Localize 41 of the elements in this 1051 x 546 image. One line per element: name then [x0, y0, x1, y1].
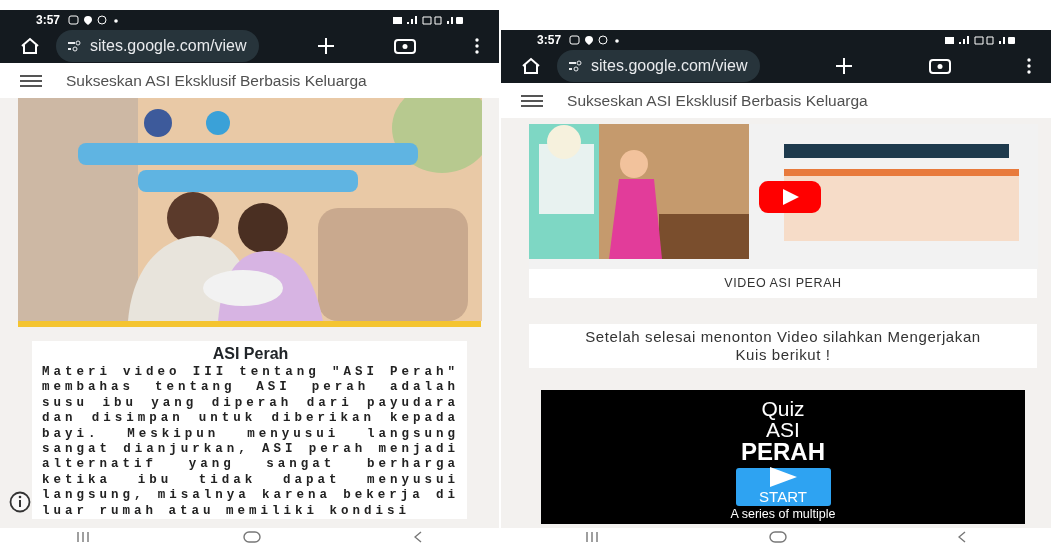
home-icon[interactable]	[20, 37, 40, 55]
address-bar[interactable]: sites.google.com/view	[56, 30, 259, 62]
home-icon[interactable]	[521, 57, 542, 75]
menu-icon[interactable]	[475, 38, 480, 54]
url-text: sites.google.com/view	[591, 56, 748, 76]
site-title: Sukseskan ASI Eksklusif Berbasis Keluarga	[567, 90, 868, 111]
menu-icon[interactable]	[521, 94, 544, 107]
menu-icon[interactable]	[20, 74, 42, 87]
site-settings-icon	[569, 60, 584, 72]
home-button-icon[interactable]	[242, 531, 261, 543]
site-title: Sukseskan ASI Eksklusif Berbasis Keluarga	[66, 70, 367, 91]
back-icon[interactable]	[957, 531, 966, 543]
notification-icons	[68, 14, 121, 25]
address-bar[interactable]: sites.google.com/view	[557, 50, 760, 82]
status-time: 3:57	[36, 11, 61, 29]
new-tab-icon[interactable]	[835, 57, 854, 75]
url-text: sites.google.com/view	[90, 36, 247, 56]
quiz-subtitle: A series of multiple	[730, 508, 836, 521]
tab-switcher-icon[interactable]	[394, 38, 417, 54]
recent-apps-icon[interactable]	[76, 532, 89, 542]
play-icon	[768, 466, 798, 488]
card-title: ASI Perah	[211, 344, 290, 364]
home-button-icon[interactable]	[769, 531, 787, 543]
quiz-title: ASI	[766, 419, 800, 440]
back-icon[interactable]	[414, 531, 423, 543]
quiz-title: Quiz	[761, 398, 805, 419]
paragraph: Materi video III tentang "ASI Perah" membahas tentang ASI perah adalah susu ibu yang diperah dari payudara dan disimpan untuk diberikan kepada bayi. Meskipun menyusui langsung sangat dianjurkan, ASI perah menjadi alternatif yang sangat berharga ketika ibu tidak dapat menyusui langsung, misalnya karena bekerja di luar rumah atau memiliki kondisi	[42, 365, 460, 520]
info-icon[interactable]	[9, 491, 31, 513]
site-settings-icon	[68, 40, 82, 52]
notification-icons	[569, 34, 622, 45]
quiz-title: PERAH	[741, 440, 826, 464]
signal-icons	[393, 14, 464, 25]
play-button-icon[interactable]	[758, 181, 821, 213]
menu-icon[interactable]	[1027, 58, 1031, 74]
tab-switcher-icon[interactable]	[929, 58, 952, 74]
recent-apps-icon[interactable]	[586, 532, 599, 542]
status-time: 3:57	[537, 31, 562, 49]
video-caption: VIDEO ASI PERAH	[723, 275, 843, 292]
instruction-text: Setelah selesai menonton Video silahkan Mengerjakan Kuis berikut !	[584, 328, 982, 364]
new-tab-icon[interactable]	[317, 37, 336, 55]
signal-icons	[945, 34, 1015, 45]
